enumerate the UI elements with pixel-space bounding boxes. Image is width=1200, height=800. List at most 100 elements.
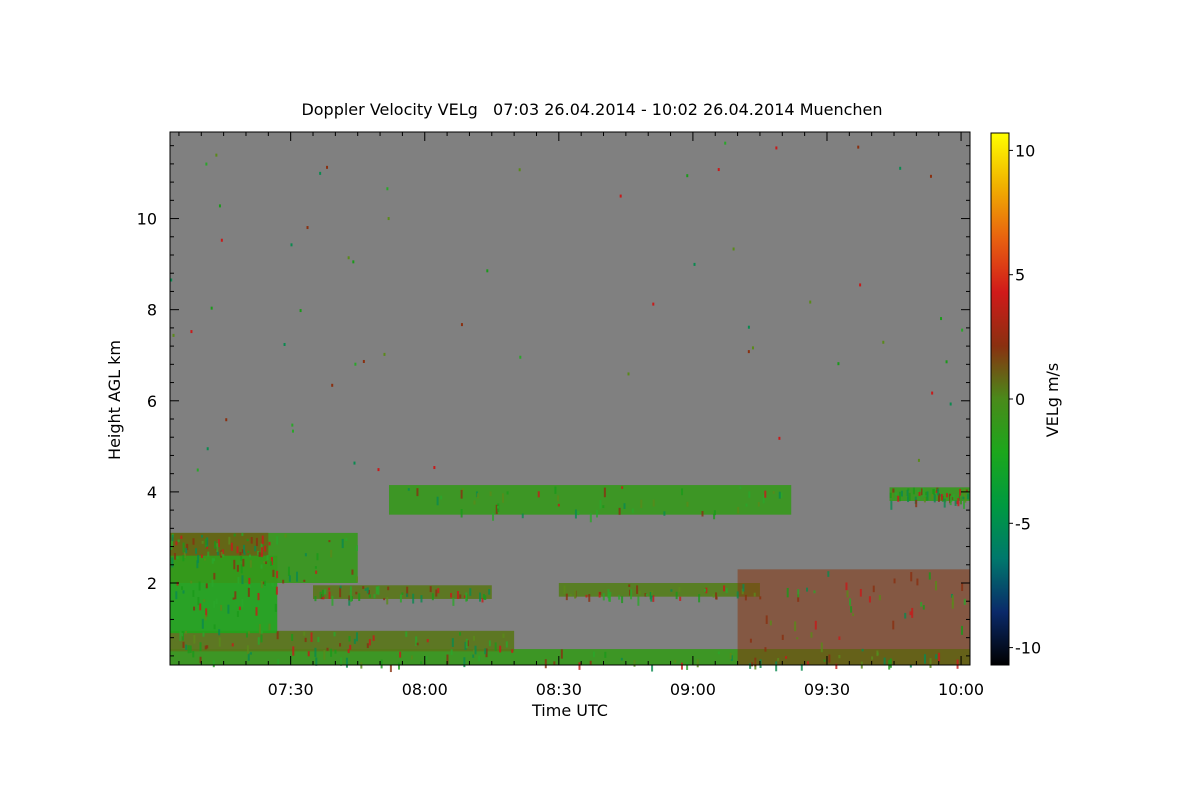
speckle [368, 594, 371, 598]
noise-dot [299, 309, 302, 313]
speckle [712, 593, 715, 598]
speckle [940, 494, 943, 501]
speckle [242, 558, 245, 567]
speckle [476, 493, 479, 499]
speckle [751, 662, 754, 667]
noise-dot [945, 360, 948, 364]
speckle [861, 648, 864, 652]
speckle [456, 591, 459, 600]
speckle [420, 661, 423, 664]
speckle [355, 632, 358, 642]
noise-dot [220, 238, 223, 242]
noise-dot [353, 461, 356, 465]
speckle [175, 541, 178, 546]
speckle [328, 587, 331, 591]
speckle [274, 603, 277, 612]
speckle [923, 497, 926, 503]
speckle [238, 606, 241, 611]
speckle [254, 545, 257, 552]
speckle [316, 553, 319, 561]
speckle [263, 580, 266, 586]
speckle [715, 592, 718, 600]
x-tick-label: 07:30 [268, 680, 314, 699]
speckle [326, 647, 329, 651]
speckle [772, 491, 775, 494]
colorbar-tick-label: -10 [1015, 639, 1041, 658]
noise-dot [386, 187, 389, 191]
noise-dot [210, 306, 213, 310]
speckle [440, 495, 443, 500]
speckle [961, 625, 964, 635]
speckle [725, 587, 728, 593]
speckle [236, 611, 239, 617]
speckle [201, 618, 204, 629]
speckle [565, 593, 568, 601]
speckle [952, 493, 955, 501]
speckle [889, 658, 892, 668]
speckle [202, 632, 205, 637]
speckle [192, 538, 195, 545]
speckle [349, 586, 352, 593]
colorbar-tick-label: 10 [1015, 141, 1035, 160]
speckle [339, 585, 342, 589]
speckle [176, 581, 179, 586]
speckle [179, 631, 182, 642]
speckle [737, 507, 740, 514]
speckle [488, 589, 491, 595]
speckle [680, 662, 683, 670]
speckle [260, 634, 263, 643]
speckle [315, 570, 318, 574]
speckle [686, 501, 689, 507]
speckle [349, 591, 352, 602]
speckle [925, 491, 928, 496]
speckle [333, 631, 336, 637]
speckle [315, 657, 318, 666]
speckle [420, 595, 423, 603]
noise-dot [899, 166, 902, 170]
speckle [196, 560, 199, 569]
speckle [465, 592, 468, 602]
speckle [786, 587, 789, 598]
speckle [943, 498, 946, 508]
speckle [323, 650, 326, 660]
speckle [236, 564, 239, 572]
x-tick-label: 08:30 [536, 680, 582, 699]
noise-dot [290, 243, 293, 247]
speckle [900, 490, 903, 497]
speckle [234, 591, 237, 600]
speckle [330, 648, 333, 657]
speckle [620, 657, 623, 661]
noise-dot [306, 226, 309, 230]
speckle [496, 505, 499, 509]
speckle [247, 587, 250, 597]
noise-dot [747, 325, 750, 329]
speckle [405, 593, 408, 598]
noise-dot [218, 204, 221, 208]
noise-dot [326, 165, 329, 169]
speckle [198, 581, 201, 591]
y-tick-label: 6 [147, 392, 157, 411]
speckle [353, 638, 356, 644]
speckle [203, 558, 206, 561]
speckle [849, 598, 852, 606]
speckle [240, 556, 243, 561]
speckle [749, 638, 752, 643]
noise-dot [809, 300, 812, 304]
speckle [589, 513, 592, 523]
speckle [355, 545, 358, 551]
noise-dot [686, 174, 689, 178]
noise-dot [352, 260, 355, 264]
speckle [307, 651, 310, 657]
speckle [200, 554, 203, 558]
y-tick-label: 8 [147, 301, 157, 320]
noise-dot [283, 342, 286, 346]
x-tick-label: 08:00 [402, 680, 448, 699]
speckle [502, 633, 505, 638]
speckle [765, 615, 768, 624]
speckle [681, 488, 684, 496]
speckle [744, 594, 747, 601]
speckle [698, 594, 701, 603]
speckle [268, 541, 271, 546]
speckle [435, 589, 438, 597]
speckle [207, 551, 210, 557]
